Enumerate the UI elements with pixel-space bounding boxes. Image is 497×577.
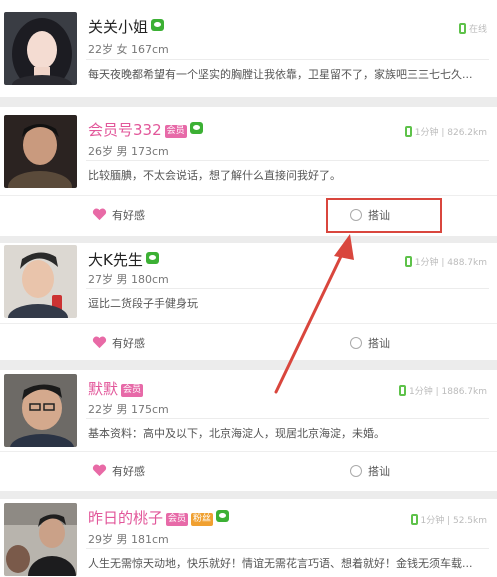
phone-icon [404,126,412,137]
user-card[interactable]: 昨日的桃子 会员 粉丝 1分钟 | 52.5km 29岁 男 181cm 人生无需惊… [0,499,497,577]
user-card[interactable]: 大K先生 1分钟 | 488.7km 27岁 男 180cm 逗比二货段子手健身… [0,243,497,360]
wechat-icon [216,510,230,522]
user-bio: 每天夜晚都希望有一个坚实的胸膛让我依靠，卫星留不了，家族吧三三七七久... [88,68,473,81]
member-badge: 会员 [121,384,144,397]
online-status: 在线 [458,22,487,35]
user-meta: 27岁 男 180cm [88,273,169,286]
member-badge: 会员 [164,125,187,138]
wechat-icon [189,122,203,134]
man-avatar-image [4,115,77,188]
phone-icon [410,514,418,525]
online-status: 1分钟 | 488.7km [404,255,487,268]
phone-icon [458,23,466,34]
user-name[interactable]: 默默 会员 [88,378,144,399]
user-meta: 22岁 女 167cm [88,43,169,56]
like-button[interactable]: 有好感 [92,324,145,364]
man-avatar-image [4,374,77,447]
fans-badge: 粉丝 [191,513,214,526]
user-name[interactable]: 会员号332 会员 [88,119,203,140]
online-status: 1分钟 | 1886.7km [399,384,487,397]
user-meta: 29岁 男 181cm [88,533,169,546]
user-name[interactable]: 大K先生 [88,249,159,270]
user-avatar[interactable] [4,245,77,318]
divider [86,59,489,60]
user-feed[interactable]: 关关小姐 在线 22岁 女 167cm 每天夜晚都希望有一个坚实的胸膛让我依靠，… [0,0,497,577]
user-avatar[interactable] [4,374,77,447]
wechat-icon [145,252,159,264]
user-meta: 26岁 男 173cm [88,145,169,158]
heart-icon [92,208,107,221]
chat-bubble-icon [350,337,362,349]
card-gap [0,360,497,370]
divider [86,548,489,549]
divider [86,288,489,289]
woman-avatar-image [4,12,77,85]
user-name[interactable]: 昨日的桃子 会员 粉丝 [88,507,230,528]
user-card[interactable]: 关关小姐 在线 22岁 女 167cm 每天夜晚都希望有一个坚实的胸膛让我依靠，… [0,0,497,97]
online-status: 1分钟 | 826.2km [404,125,487,138]
user-name[interactable]: 关关小姐 [88,16,165,37]
wechat-icon [151,19,165,31]
heart-icon [92,336,107,349]
card-actions: 有好感 搭讪 [0,323,497,363]
card-gap [0,236,497,243]
like-button[interactable]: 有好感 [92,452,145,492]
user-bio: 基本资料：高中及以下，北京海淀人，现居北京海淀，未婚。 [88,427,385,440]
card-actions: 有好感 搭讪 [0,451,497,491]
user-avatar[interactable] [4,12,77,85]
divider [86,160,489,161]
man-avatar-image [4,503,77,576]
user-meta: 22岁 男 175cm [88,403,169,416]
online-status: 1分钟 | 52.5km [410,513,487,526]
user-avatar[interactable] [4,115,77,188]
chat-button[interactable]: 搭讪 [350,452,390,492]
divider [86,418,489,419]
heart-icon [92,464,107,477]
user-bio: 比较腼腆，不太会说话，想了解什么直接问我好了。 [88,169,341,182]
member-badge: 会员 [166,513,189,526]
card-gap [0,491,497,499]
highlight-box [326,198,442,233]
chat-button[interactable]: 搭讪 [350,324,390,364]
user-avatar[interactable] [4,503,77,576]
user-bio: 人生无需惊天动地，快乐就好！情谊无需花言巧语、想着就好！金钱无须车载... [88,557,473,570]
user-card[interactable]: 默默 会员 1分钟 | 1886.7km 22岁 男 175cm 基本资料：高中及… [0,370,497,491]
like-button[interactable]: 有好感 [92,196,145,236]
man-avatar-image [4,245,77,318]
phone-icon [399,385,407,396]
user-bio: 逗比二货段子手健身玩 [88,297,198,310]
card-gap [0,97,497,107]
chat-bubble-icon [350,465,362,477]
phone-icon [404,256,412,267]
